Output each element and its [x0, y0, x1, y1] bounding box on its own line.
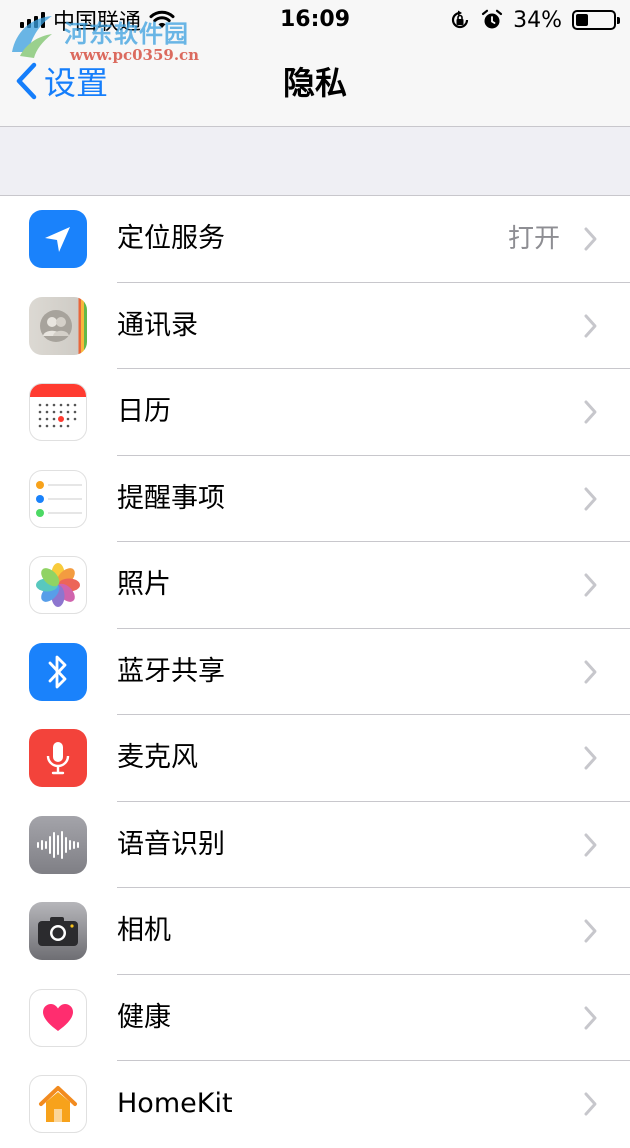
list-item-label: 相机: [117, 915, 171, 946]
list-item-label: 蓝牙共享: [117, 655, 225, 687]
photos-icon: [29, 556, 87, 614]
reminders-icon: [29, 469, 87, 528]
list-item-contacts[interactable]: 通讯录: [0, 283, 630, 369]
battery-percent: 34%: [513, 7, 562, 33]
chevron-right-icon: [584, 487, 597, 510]
battery-icon: [572, 10, 620, 30]
list-item-speech-recognition[interactable]: 语音识别: [0, 802, 630, 888]
alarm-icon: [481, 9, 503, 29]
status-bar: 中国联通 16:09 34%: [0, 0, 630, 40]
home-icon: [29, 1075, 87, 1133]
page-title: 隐私: [282, 64, 347, 102]
list-item-health[interactable]: 健康: [0, 975, 630, 1061]
privacy-list: 定位服务 打开 通讯录 日历 提醒事项 照片 蓝牙共享 麦克风 语音识别 相机 …: [0, 195, 630, 1148]
chevron-right-icon: [584, 1092, 597, 1116]
list-item-homekit[interactable]: HomeKit: [0, 1061, 630, 1148]
list-item-bluetooth-sharing[interactable]: 蓝牙共享: [0, 629, 630, 715]
contacts-icon: [29, 296, 87, 355]
camera-icon: [29, 902, 87, 960]
orientation-lock-icon: [452, 10, 469, 29]
list-item-microphone[interactable]: 麦克风: [0, 715, 630, 802]
speech-waveform-icon: [29, 815, 87, 874]
chevron-right-icon: [584, 400, 597, 424]
chevron-right-icon: [584, 314, 597, 337]
list-item-location-services[interactable]: 定位服务 打开: [0, 196, 630, 283]
list-item-label: 日历: [117, 396, 171, 427]
heart-icon: [29, 988, 87, 1047]
list-item-camera[interactable]: 相机: [0, 888, 630, 975]
microphone-icon: [29, 729, 87, 787]
list-item-label: 语音识别: [117, 828, 225, 860]
chevron-right-icon: [584, 573, 597, 597]
list-item-label: 健康: [117, 1001, 171, 1033]
chevron-right-icon: [584, 919, 597, 943]
list-item-label: 麦克风: [117, 742, 198, 773]
list-item-photos[interactable]: 照片: [0, 542, 630, 629]
chevron-right-icon: [584, 660, 597, 683]
chevron-right-icon: [584, 227, 597, 251]
list-item-label: 定位服务: [117, 223, 225, 254]
bluetooth-icon: [29, 642, 87, 701]
chevron-right-icon: [584, 833, 597, 856]
list-item-label: HomeKit: [117, 1088, 233, 1119]
battery-level-fill: [576, 14, 589, 26]
list-item-reminders[interactable]: 提醒事项: [0, 456, 630, 542]
list-item-label: 通讯录: [117, 309, 198, 341]
calendar-icon: [29, 383, 87, 441]
list-item-label: 提醒事项: [117, 482, 225, 514]
location-arrow-icon: [29, 210, 87, 268]
chevron-right-icon: [584, 746, 597, 770]
chevron-right-icon: [584, 1006, 597, 1029]
list-item-value: 打开: [507, 224, 560, 254]
status-right: 34%: [449, 6, 620, 34]
list-item-calendar[interactable]: 日历: [0, 369, 630, 456]
navigation-bar: 设置 隐私: [0, 40, 630, 127]
list-item-label: 照片: [117, 569, 171, 600]
